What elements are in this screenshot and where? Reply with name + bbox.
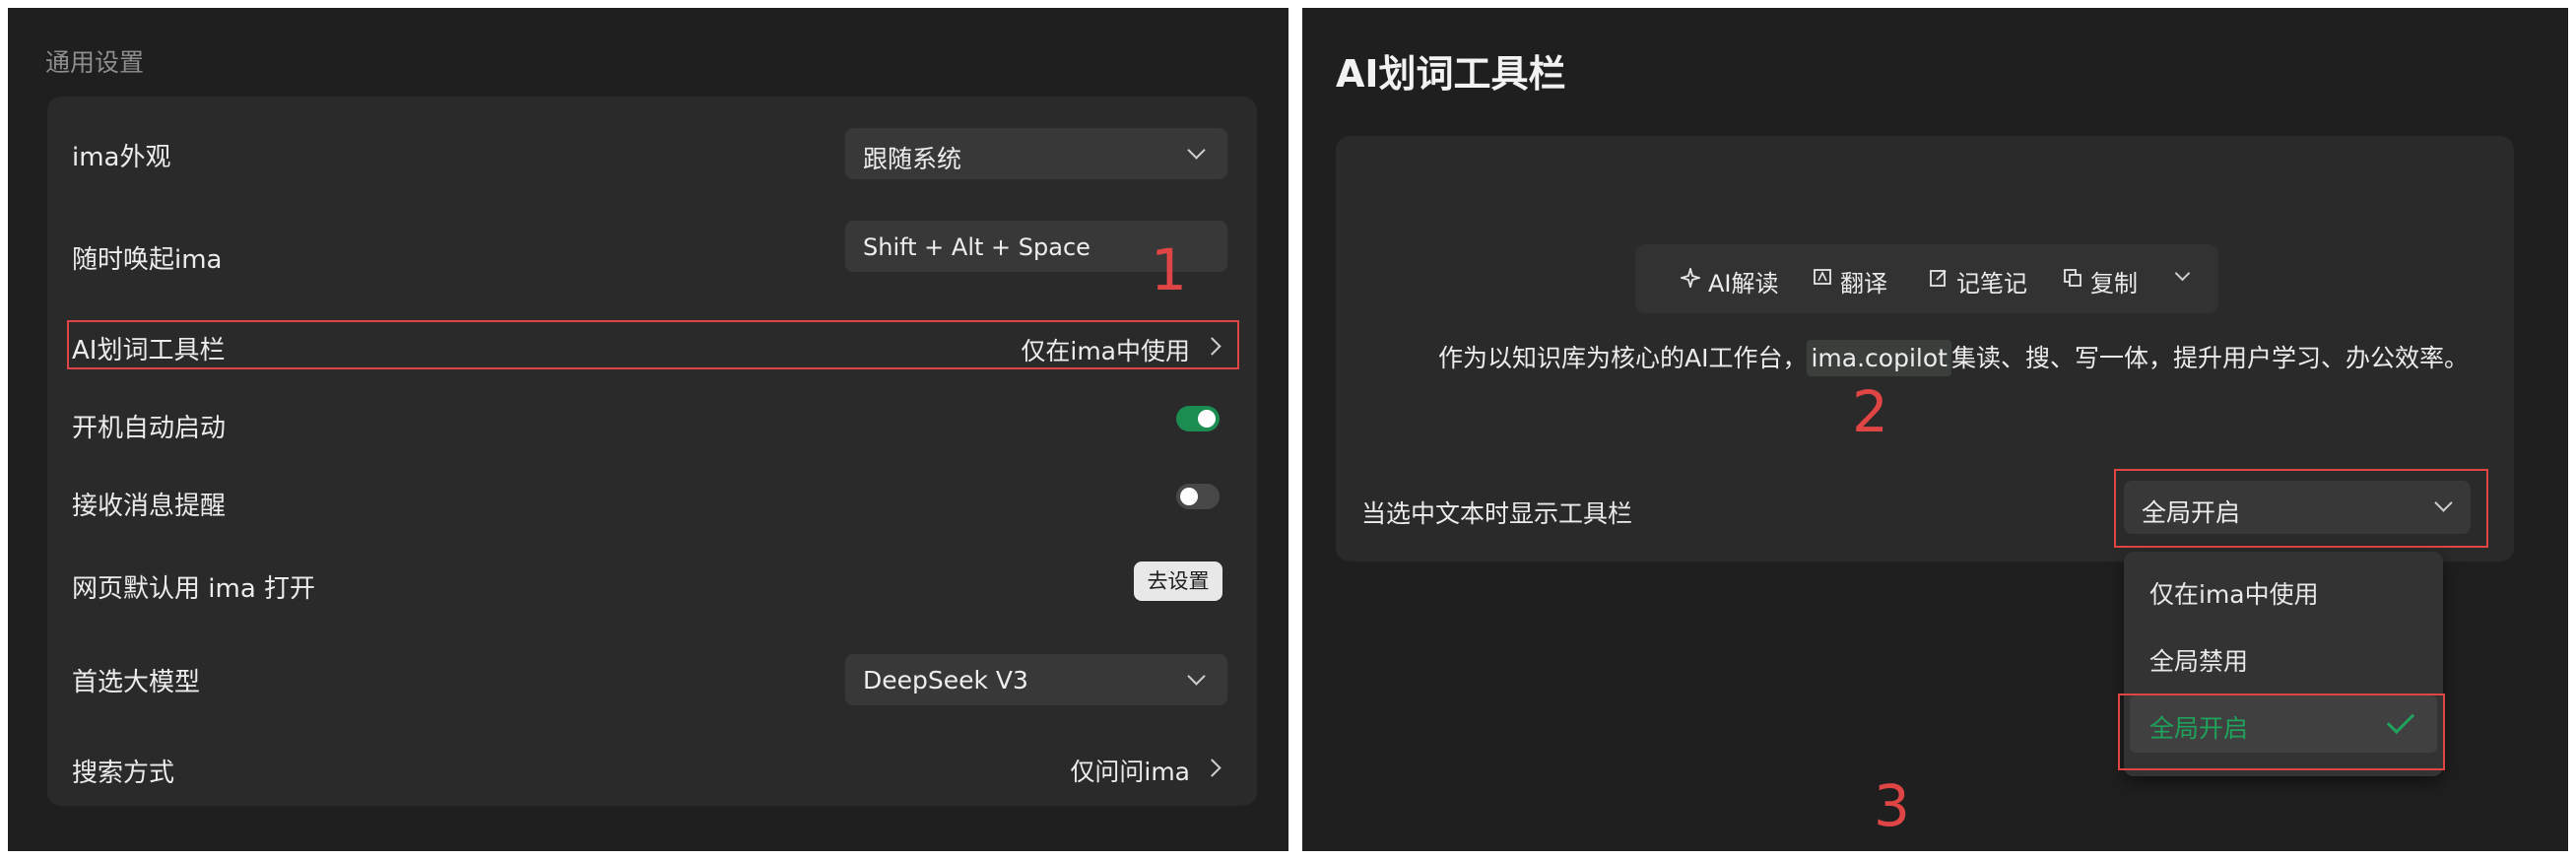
sparkle-icon: [1681, 268, 1700, 288]
show-toolbar-label: 当选中文本时显示工具栏: [1361, 499, 1633, 528]
toolbar-ai-read[interactable]: AI解读: [1708, 264, 1779, 298]
demo-text-before: 作为以知识库为核心的AI工作台，: [1438, 344, 1808, 372]
page-title: AI划词工具栏: [1336, 52, 1566, 96]
option-label: 仅在ima中使用: [2149, 580, 2319, 609]
ai-toolbar-panel: AI划词工具栏 AI解读 翻译 记笔记 复制 作为以知识库为核心的AI工作台， i…: [1302, 8, 2568, 851]
appearance-value: 跟随系统: [863, 145, 962, 173]
autostart-toggle[interactable]: [1176, 406, 1220, 431]
annotation-box-3: [2118, 694, 2445, 770]
general-settings-panel: 通用设置 ima外观 跟随系统 随时唤起ima Shift + Alt + Sp…: [8, 8, 1288, 851]
search-mode-value[interactable]: 仅问问ima: [1070, 753, 1190, 788]
hotkey-label: 随时唤起ima: [72, 245, 223, 275]
option-label: 全局禁用: [2149, 647, 2249, 676]
annotation-number-3: 3: [1874, 772, 1910, 839]
toggle-knob: [1180, 488, 1198, 505]
demo-text: 作为以知识库为核心的AI工作台， ima.copilot 集读、搜、写一体，提升用户…: [1438, 339, 2469, 376]
note-icon: [1930, 270, 1947, 287]
appearance-select[interactable]: 跟随系统: [845, 128, 1227, 179]
toolbar-copy[interactable]: 复制: [2090, 264, 2138, 298]
annotation-box-2: [2114, 469, 2488, 548]
demo-text-highlight: ima.copilot: [1807, 340, 1951, 376]
section-title: 通用设置: [45, 48, 145, 77]
toolbar-translate[interactable]: 翻译: [1840, 264, 1887, 298]
option-ima-only[interactable]: 仅在ima中使用: [2130, 562, 2437, 619]
toggle-knob: [1198, 410, 1216, 428]
model-label: 首选大模型: [72, 668, 201, 697]
chevron-down-icon[interactable]: [2174, 265, 2191, 282]
annotation-number-2: 2: [1852, 378, 1888, 445]
hotkey-value: Shift + Alt + Space: [863, 233, 1090, 261]
autostart-label: 开机自动启动: [72, 414, 227, 443]
appearance-label: ima外观: [72, 143, 171, 172]
annotation-box-1: [67, 320, 1239, 369]
search-mode-label: 搜索方式: [72, 759, 175, 788]
chevron-down-icon: [1187, 141, 1206, 160]
chevron-down-icon: [1187, 667, 1206, 686]
model-value: DeepSeek V3: [863, 666, 1028, 694]
notifications-toggle[interactable]: [1176, 484, 1220, 509]
demo-text-after: 集读、搜、写一体，提升用户学习、办公效率。: [1950, 344, 2469, 372]
copy-icon: [2064, 269, 2081, 287]
go-settings-button[interactable]: 去设置: [1134, 562, 1222, 601]
notifications-label: 接收消息提醒: [72, 492, 227, 521]
option-disabled[interactable]: 全局禁用: [2130, 628, 2437, 686]
web-default-label: 网页默认用 ima 打开: [72, 574, 316, 604]
floating-toolbar: AI解读 翻译 记笔记 复制: [1635, 244, 2218, 313]
toolbar-note[interactable]: 记笔记: [1956, 264, 2027, 298]
annotation-number-1: 1: [1151, 236, 1187, 303]
translate-icon: [1814, 269, 1831, 285]
model-select[interactable]: DeepSeek V3: [845, 654, 1227, 705]
